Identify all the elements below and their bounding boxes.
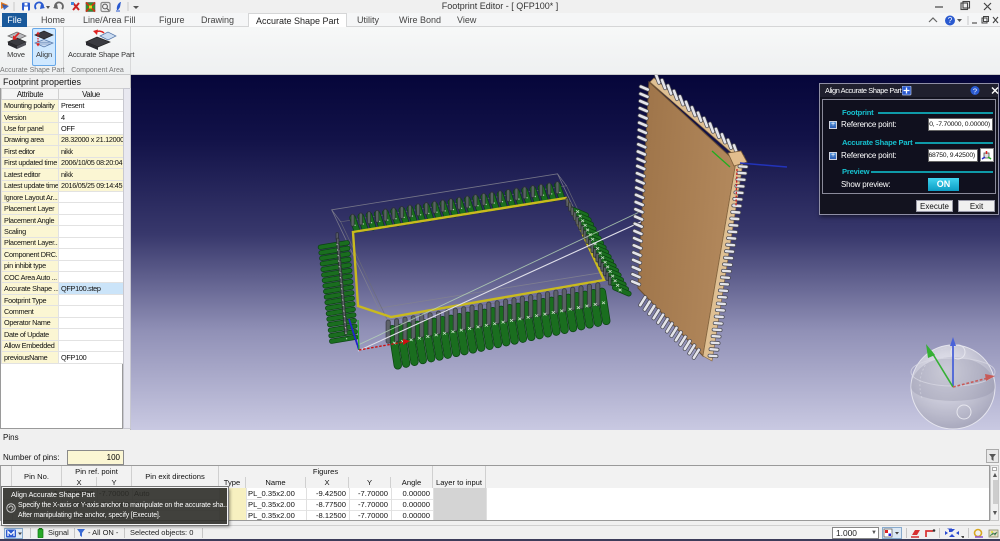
svg-text:?: ?: [948, 16, 953, 25]
svg-text:?: ?: [973, 87, 977, 96]
